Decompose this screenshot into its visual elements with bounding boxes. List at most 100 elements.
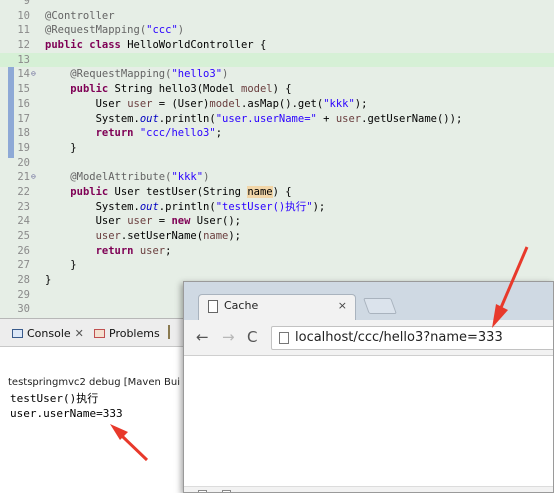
code-token: model [241,83,273,96]
code-token: System. [45,112,140,125]
code-line[interactable]: 18 return "ccc/hello3"; [0,126,554,141]
code-token: user [127,215,153,228]
code-line[interactable]: 17 System.out.println("user.userName=" +… [0,112,554,127]
code-line[interactable]: 20 [0,156,554,171]
reload-icon[interactable]: C [247,327,257,347]
code-token: ) [203,171,210,184]
code-token: } [45,274,52,287]
code-line[interactable]: 11 @RequestMapping("ccc") [0,23,554,38]
code-token: .setUserName( [120,230,204,242]
line-number: 28 [17,274,30,287]
code-line[interactable]: 22 public User testUser(String name) { [0,185,554,200]
line-number: 9 [23,0,30,7]
tab-close-icon[interactable]: × [338,299,347,312]
line-number: 25 [17,230,30,242]
code-line[interactable]: 21 ⊖ @ModelAttribute("kkk") [0,170,554,185]
code-line[interactable]: 26 return user; [0,244,554,259]
tab-close-icon[interactable]: ✕ [75,327,84,340]
code-token: @RequestMapping( [45,24,147,37]
code-line[interactable]: 14 ⊖ @RequestMapping("hello3") [0,67,554,82]
code-token: "ccc" [146,24,178,37]
browser-tab[interactable]: Cache × [198,294,356,320]
code-line[interactable]: 19 } [0,141,554,156]
code-line[interactable]: 25 user.setUserName(name); [0,229,554,244]
fold-toggle-icon[interactable]: ⊖ [31,170,36,185]
code-token: ) { [272,83,292,96]
code-token: ) [177,24,185,37]
code-line[interactable]: 9 [0,0,554,9]
tab-problems[interactable]: Problems [94,325,160,343]
code-line[interactable]: 10 @Controller [0,9,554,24]
forward-arrow-icon[interactable]: → [222,327,235,347]
line-number: 16 [17,97,30,110]
code-token: ; [215,127,223,140]
code-text: } [45,258,76,273]
code-token: = (User) [152,97,210,110]
code-token: @RequestMapping( [70,68,172,81]
address-bar[interactable]: localhost/ccc/hello3?name=333 [271,326,553,350]
code-text: } [45,141,77,156]
code-token: new [171,215,191,228]
new-tab-button[interactable] [363,298,397,314]
code-line[interactable]: 24 User user = new User(); [0,214,554,229]
code-text: public String hello3(Model model) { [45,82,292,97]
code-text: User user = new User(); [45,214,241,229]
browser-tab-title: Cache [224,299,259,312]
code-area[interactable]: 9 10 @Controller 11 @RequestMapping("ccc") 12… [0,0,554,317]
more-views-icon[interactable] [168,325,178,339]
code-token: public [70,83,109,96]
code-editor[interactable]: 9 10 @Controller 11 @RequestMapping("ccc") 12… [0,0,554,318]
tab-console-label: Console [27,327,71,340]
line-number: 14 [17,68,30,81]
browser-tab-strip: Cache × [184,282,553,320]
console-tab-bar: Console ✕ Problems [0,319,200,347]
code-line[interactable]: 27 } [0,258,554,273]
code-token: } [45,141,77,154]
tab-console[interactable]: Console ✕ [12,325,84,343]
line-number: 10 [17,9,30,22]
code-line[interactable]: 23 System.out.println("testUser()执行"); [0,200,554,215]
code-token: HelloWorldController { [120,39,267,52]
code-token: class [89,39,121,52]
code-token: "ccc/hello3" [139,127,216,140]
code-token: "testUser()执行" [215,200,313,213]
code-token: ); [354,97,368,110]
code-line[interactable]: 13 [0,52,554,68]
code-token: ; [165,244,172,257]
fold-toggle-icon[interactable]: ⊖ [31,67,36,82]
code-token: .println( [158,200,216,213]
code-token: return [95,244,134,257]
code-token: String hello3(Model [108,83,241,96]
code-line[interactable]: 12 public class HelloWorldController { [0,38,554,53]
url-text[interactable]: localhost/ccc/hello3?name=333 [295,330,503,345]
line-number: 18 [17,127,30,140]
code-token: ); [312,200,326,213]
code-token: ) [222,68,229,81]
code-token: public [45,39,83,52]
code-token: name [203,230,229,242]
code-token: .getUserName()); [361,112,463,125]
line-number: 12 [17,39,30,52]
code-token: "hello3" [171,68,223,81]
code-token: out [139,200,159,213]
back-arrow-icon[interactable]: ← [196,327,209,347]
console-icon [12,329,23,338]
code-token: User [45,215,128,228]
code-token: ); [228,230,242,242]
code-token: User testUser(String [108,185,248,198]
code-text: @Controller [45,9,115,24]
code-token: public [70,185,109,198]
browser-toolbar: ← → C localhost/ccc/hello3?name=333 [184,320,553,356]
line-number: 30 [17,303,30,316]
line-number: 13 [17,53,30,66]
code-text: } [45,273,51,288]
code-line[interactable]: 16 User user = (User)model.asMap().get("… [0,97,554,112]
page-icon [279,332,289,344]
code-token: @ModelAttribute( [70,171,172,184]
code-line[interactable]: 15 public String hello3(Model model) { [0,82,554,97]
code-text: return "ccc/hello3"; [45,126,222,141]
